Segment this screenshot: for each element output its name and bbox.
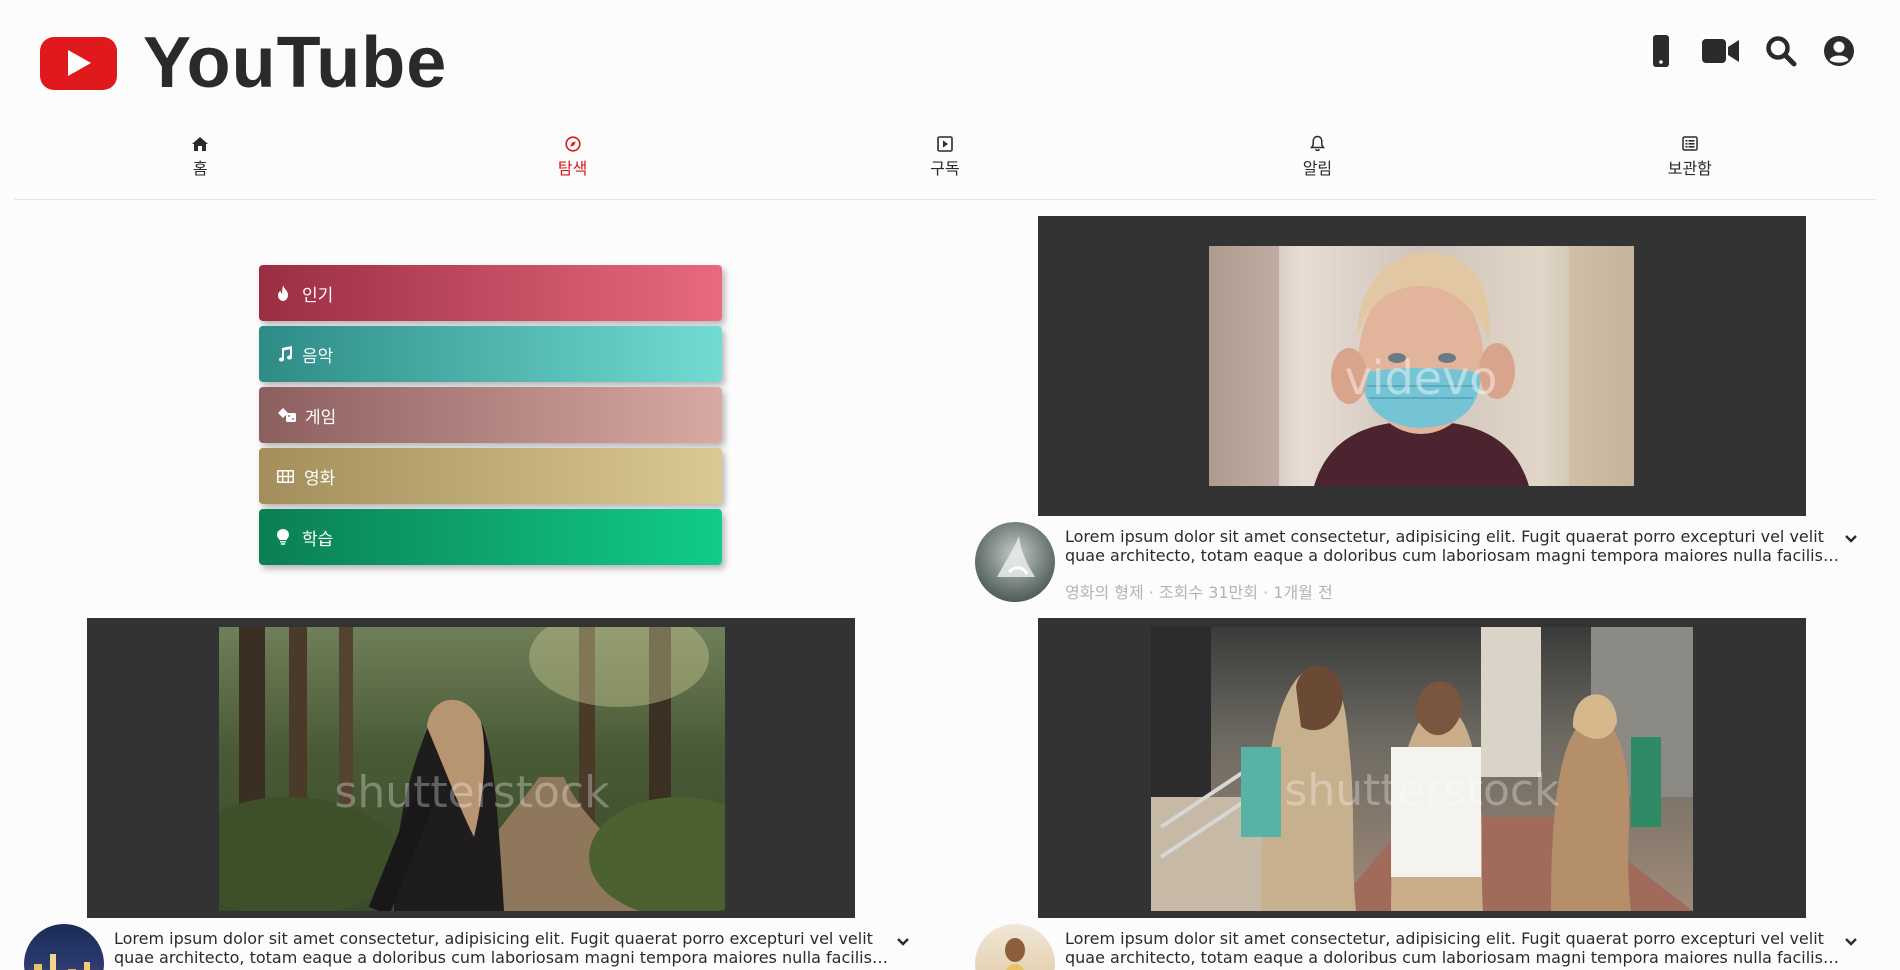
video-camera-icon[interactable] xyxy=(1702,34,1740,68)
video-thumbnail[interactable]: shutterstock xyxy=(219,627,725,911)
dice-icon xyxy=(277,407,300,423)
list-icon xyxy=(1682,135,1698,153)
view-count: 조회수 31만회 xyxy=(1158,583,1258,602)
chevron-down-icon[interactable] xyxy=(896,932,910,951)
channel-name[interactable]: 영화의 형제 xyxy=(1065,583,1144,602)
chevron-down-icon[interactable] xyxy=(1844,932,1858,951)
video-title[interactable]: Lorem ipsum dolor sit amet consectetur, … xyxy=(1065,527,1845,565)
separator-dot: · xyxy=(1148,583,1159,602)
nav-item-subscriptions[interactable]: 구독 xyxy=(759,110,1131,199)
channel-avatar[interactable] xyxy=(975,924,1055,970)
video-text: Lorem ipsum dolor sit amet consectetur, … xyxy=(114,929,894,970)
category-label: 음악 xyxy=(302,346,334,367)
nav-label-subscriptions: 구독 xyxy=(930,158,960,178)
youtube-play-icon xyxy=(40,36,117,90)
video-meta: Lorem ipsum dolor sit amet consectetur, … xyxy=(975,924,1845,970)
header: YouTube xyxy=(0,0,1900,110)
video-title[interactable]: Lorem ipsum dolor sit amet consectetur, … xyxy=(1065,929,1845,967)
category-label: 게임 xyxy=(305,407,337,428)
film-icon xyxy=(277,469,299,483)
category-label: 학습 xyxy=(302,529,334,550)
bell-icon xyxy=(1310,135,1325,153)
watermark-text: shutterstock xyxy=(334,767,610,818)
account-icon[interactable] xyxy=(1822,34,1856,68)
watermark-text: shutterstock xyxy=(1284,765,1560,816)
nav-item-home[interactable]: 홈 xyxy=(14,110,386,199)
video-text: Lorem ipsum dolor sit amet consectetur, … xyxy=(1065,527,1845,603)
category-gaming[interactable]: 게임 xyxy=(259,387,722,443)
header-actions xyxy=(1644,34,1856,68)
logo-text: YouTube xyxy=(143,23,448,103)
video-thumbnail[interactable]: shutterstock xyxy=(1151,627,1693,911)
nav-label-home: 홈 xyxy=(192,158,208,178)
chevron-down-icon[interactable] xyxy=(1844,529,1858,548)
nav-label-library: 보관함 xyxy=(1667,158,1712,178)
watermark-text: videvo xyxy=(1345,351,1498,405)
search-icon[interactable] xyxy=(1764,34,1798,68)
nav-label-explore: 탐색 xyxy=(557,158,588,178)
video-stats: 영화의 형제 · 조회수 31만회 · 1개월 전 xyxy=(1065,579,1845,603)
mobile-icon[interactable] xyxy=(1644,34,1678,68)
music-icon xyxy=(277,346,297,362)
video-meta: Lorem ipsum dolor sit amet consectetur, … xyxy=(24,924,894,970)
nav-label-notifications: 알림 xyxy=(1302,158,1333,178)
lightbulb-icon xyxy=(277,529,297,545)
category-label: 인기 xyxy=(302,285,334,306)
nav-item-library[interactable]: 보관함 xyxy=(1504,110,1876,199)
category-music[interactable]: 음악 xyxy=(259,326,722,382)
video-thumbnail[interactable]: videvo xyxy=(1209,246,1634,486)
video-title[interactable]: Lorem ipsum dolor sit amet consectetur, … xyxy=(114,929,894,967)
home-icon xyxy=(191,135,209,153)
main-nav: 홈 탐색 구독 알림 보관함 xyxy=(14,110,1876,200)
channel-avatar[interactable] xyxy=(24,924,104,970)
page: YouTube 홈 탐색 구독 알림 보관함 인기 음악 게임 영화 학습 vi… xyxy=(0,0,1900,970)
category-label: 영화 xyxy=(304,468,336,489)
channel-avatar[interactable] xyxy=(975,522,1055,602)
nav-item-explore[interactable]: 탐색 xyxy=(386,110,758,199)
fire-icon xyxy=(277,285,297,301)
video-meta: Lorem ipsum dolor sit amet consectetur, … xyxy=(975,522,1845,603)
youtube-logo[interactable]: YouTube xyxy=(40,27,447,99)
upload-age: 1개월 전 xyxy=(1273,583,1333,602)
category-movies[interactable]: 영화 xyxy=(259,448,722,504)
video-text: Lorem ipsum dolor sit amet consectetur, … xyxy=(1065,929,1845,970)
category-list: 인기 음악 게임 영화 학습 xyxy=(259,265,722,570)
category-learning[interactable]: 학습 xyxy=(259,509,722,565)
separator-dot: · xyxy=(1263,583,1274,602)
compass-icon xyxy=(565,135,581,153)
play-square-icon xyxy=(937,135,953,153)
nav-item-notifications[interactable]: 알림 xyxy=(1131,110,1503,199)
category-popular[interactable]: 인기 xyxy=(259,265,722,321)
